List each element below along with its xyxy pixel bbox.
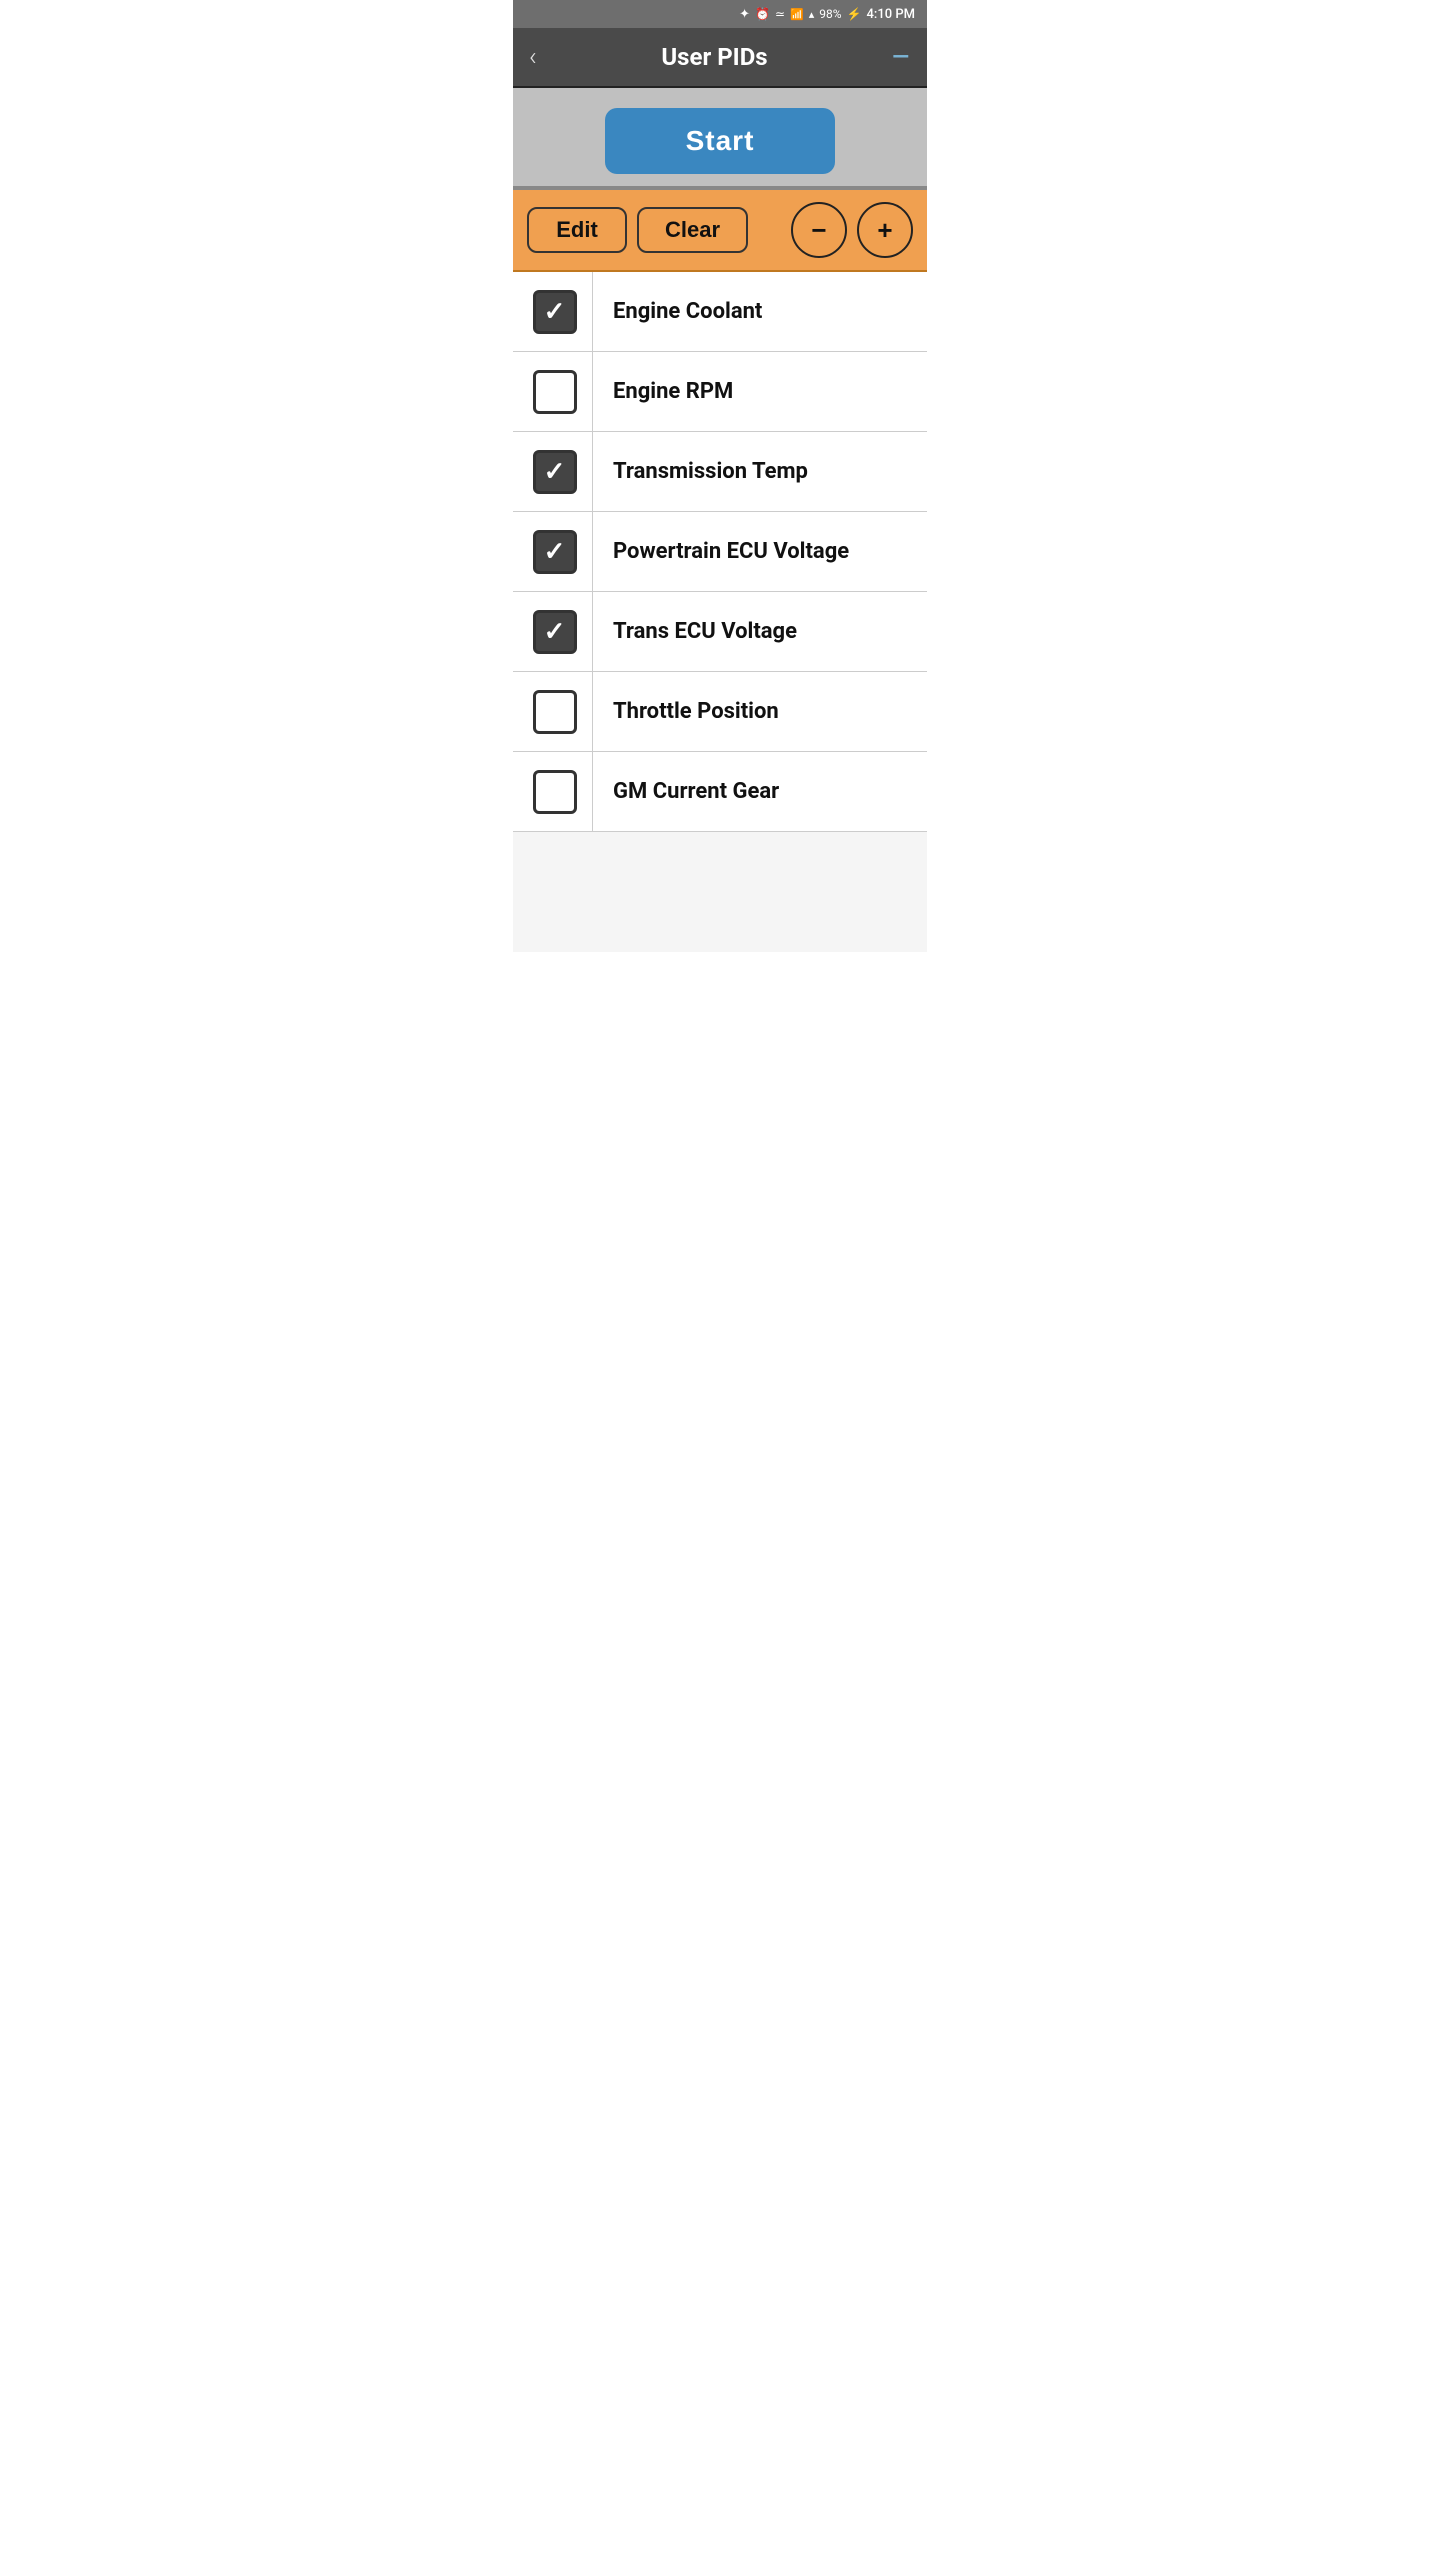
list-item[interactable]: ✓ Trans ECU Voltage bbox=[513, 592, 927, 672]
wifi-icon: ≃ bbox=[775, 7, 785, 21]
list-item[interactable]: GM Current Gear bbox=[513, 752, 927, 832]
checkbox-box[interactable]: ✓ bbox=[533, 450, 577, 494]
list-item[interactable]: ✓ Transmission Temp bbox=[513, 432, 927, 512]
checkmark-icon: ✓ bbox=[544, 539, 566, 565]
checkbox-box[interactable]: ✓ bbox=[533, 610, 577, 654]
checkbox-cell: ✓ bbox=[517, 432, 593, 511]
list-item[interactable]: Engine RPM bbox=[513, 352, 927, 432]
battery-percentage: 98% bbox=[819, 7, 841, 21]
bottom-area bbox=[513, 832, 927, 952]
checkbox-cell: ✓ bbox=[517, 512, 593, 591]
checkbox-cell: ✓ bbox=[517, 592, 593, 671]
start-area: Start bbox=[513, 88, 927, 190]
add-button[interactable]: + bbox=[857, 202, 913, 258]
remove-button[interactable]: − bbox=[791, 202, 847, 258]
checkbox-cell: ✓ bbox=[517, 272, 593, 351]
pid-label: Engine RPM bbox=[593, 379, 927, 404]
checkbox-cell bbox=[517, 352, 593, 431]
pid-label: Throttle Position bbox=[593, 699, 927, 724]
status-icons: ✦ ⏰ ≃ 📶 ▴ 98% ⚡ 4:10 PM bbox=[739, 7, 915, 22]
pid-label: Trans ECU Voltage bbox=[593, 619, 927, 644]
checkbox-cell bbox=[517, 752, 593, 831]
signal-icon: ▴ bbox=[809, 8, 815, 21]
pid-label: Powertrain ECU Voltage bbox=[593, 539, 927, 564]
checkmark-icon: ✓ bbox=[544, 619, 566, 645]
checkbox-box[interactable]: ✓ bbox=[533, 530, 577, 574]
bluetooth-icon: ✦ bbox=[739, 7, 750, 22]
checkbox-box[interactable]: ✓ bbox=[533, 290, 577, 334]
battery-charging-icon: ⚡ bbox=[847, 7, 862, 21]
checkmark-icon: ✓ bbox=[544, 299, 566, 325]
header: ‹ User PIDs — bbox=[513, 28, 927, 88]
toolbar: Edit Clear − + bbox=[513, 190, 927, 272]
status-bar: ✦ ⏰ ≃ 📶 ▴ 98% ⚡ 4:10 PM bbox=[513, 0, 927, 28]
page-title: User PIDs bbox=[537, 43, 892, 71]
clear-button[interactable]: Clear bbox=[637, 207, 748, 253]
status-time: 4:10 PM bbox=[867, 7, 916, 22]
signal-off-icon: 📶 bbox=[790, 8, 804, 21]
checkbox-box[interactable] bbox=[533, 770, 577, 814]
start-button[interactable]: Start bbox=[605, 108, 835, 174]
checkbox-box[interactable] bbox=[533, 690, 577, 734]
checkbox-cell bbox=[517, 672, 593, 751]
checkbox-box[interactable] bbox=[533, 370, 577, 414]
pid-label: Transmission Temp bbox=[593, 459, 927, 484]
back-button[interactable]: ‹ bbox=[529, 42, 537, 72]
menu-button[interactable]: — bbox=[892, 45, 911, 70]
edit-button[interactable]: Edit bbox=[527, 207, 627, 253]
list-item[interactable]: ✓ Powertrain ECU Voltage bbox=[513, 512, 927, 592]
pid-label: Engine Coolant bbox=[593, 299, 927, 324]
list-item[interactable]: ✓ Engine Coolant bbox=[513, 272, 927, 352]
list-item[interactable]: Throttle Position bbox=[513, 672, 927, 752]
pid-list: ✓ Engine Coolant Engine RPM ✓ Transmission T… bbox=[513, 272, 927, 832]
pid-label: GM Current Gear bbox=[593, 779, 927, 804]
alarm-icon: ⏰ bbox=[755, 7, 770, 21]
checkmark-icon: ✓ bbox=[544, 459, 566, 485]
